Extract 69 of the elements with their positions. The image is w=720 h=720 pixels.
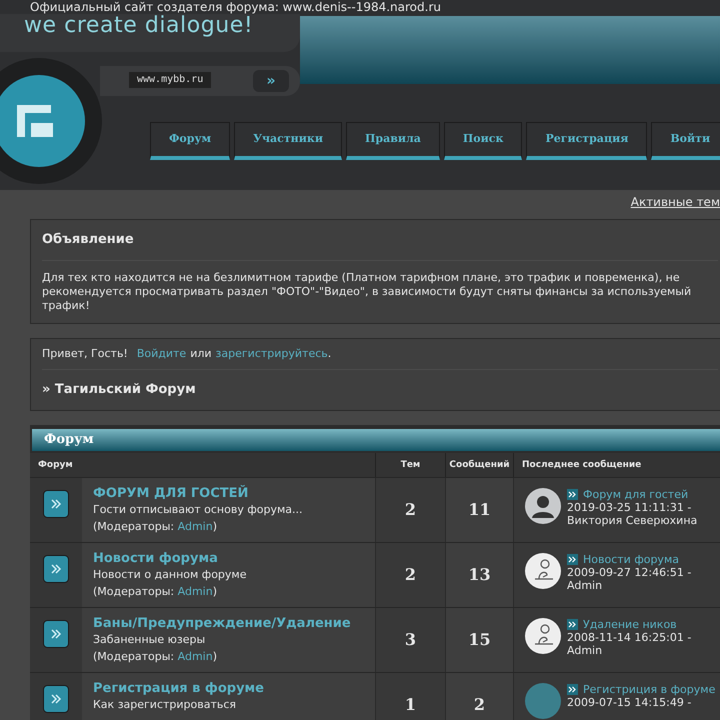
last-post-link[interactable]: Новости форума [583,552,720,566]
double-arrow-icon [567,554,578,564]
topics-count: 2 [376,478,446,542]
moderators-close: ) [212,584,217,600]
user-silhouette-icon [525,488,561,524]
double-arrow-icon [567,488,578,500]
last-post-link[interactable]: Удаление ников [583,618,720,630]
double-arrow-icon [567,684,578,694]
forum-title-link[interactable]: ФОРУМ ДЛЯ ГОСТЕЙ [93,486,364,502]
last-post-author: Виктория Северюхина [567,514,698,526]
section-title-bar: Форум [32,428,720,450]
greeting-text: Привет, Гость! [42,346,128,362]
column-header: Сообщений [446,452,514,476]
moderators-label: (Модераторы: [93,584,176,600]
topics-count: 3 [376,608,446,672]
column-header: Тем [376,452,446,476]
posts-count: 13 [446,542,514,606]
topics-count: 1 [376,672,446,720]
last-post-author: Admin [567,644,604,656]
sketch-figure-icon [525,618,561,654]
last-post-link[interactable]: Форум для гостей [583,488,720,500]
last-post-link[interactable]: Регистриция в форуме [583,682,720,696]
moderator-link[interactable]: Admin [178,518,213,536]
last-post-date: 2009-09-27 12:46:51 - [567,566,692,578]
announcement-title: Объявление [42,220,718,260]
forum-description: Гости отписывают основу форума... [93,502,304,518]
period-text: . [328,346,332,362]
topics-count: 2 [376,542,446,606]
logo-text: we create dialogue! [24,14,254,38]
column-header: Форум [30,452,376,476]
posts-count: 11 [446,478,514,542]
register-link[interactable]: зарегистрируйтесь [216,346,328,362]
forum-description: Забаненные юзеры [93,632,206,648]
forum-title-link[interactable]: Регистрация в форуме [93,680,364,696]
announcement-text: Для тех кто находится не на безлимитном тарифе (Платном тарифном плане, это трафик и повременка), не рекомендуется просматривать раздел "ФОТО"-"Видео", в зависимости будут сняты финансы за используемый трафик! [42,270,692,314]
last-post-date: 2008-11-14 16:25:01 - [567,630,692,644]
logo-emblem-icon [0,75,85,167]
last-post-date: 2009-07-15 14:15:49 - [567,696,692,708]
nav-tab[interactable]: Войти [651,122,720,160]
forum-description: Новости о данном форуме [93,566,248,582]
nav-tab[interactable]: Регистрация [526,122,648,160]
nav-tab[interactable]: Поиск [444,122,522,160]
column-header: Последнее сообщение [521,458,642,472]
moderators-close: ) [212,518,217,534]
active-topics-link[interactable]: Активные тем [630,193,720,211]
forum-title-link[interactable]: Новости форума [93,550,364,566]
go-button[interactable]: » [253,70,289,92]
moderators-label: (Модераторы: [93,648,176,664]
last-post-author: Admin [567,578,604,592]
login-link[interactable]: Войдите [136,346,186,362]
moderator-link[interactable]: Admin [178,648,213,666]
forum-title-link[interactable]: Баны/Предупреждение/Удаление [93,616,364,632]
posts-count: 15 [446,608,514,672]
url-badge: www.mybb.ru [129,72,212,88]
tagline: Официальный сайт создателя форума: www.denis--1984.narod.ru [30,0,441,14]
moderators-label: (Модераторы: [93,518,176,534]
nav-tab[interactable]: Форум [150,122,230,160]
moderators-close: ) [212,648,217,664]
nav-tab[interactable]: Правила [346,122,440,160]
posts-count: 2 [446,672,514,720]
last-post-date: 2019-03-25 11:11:31 - [567,500,692,514]
breadcrumb: » Тагильский Форум [42,381,197,399]
moderator-link[interactable]: Admin [178,582,213,600]
double-arrow-icon [567,618,578,630]
or-text: или [190,346,212,362]
forum-description: Как зарегистрироваться [93,696,238,712]
photo-placeholder [525,682,561,718]
nav-tab[interactable]: Участники [234,122,342,160]
sketch-figure-icon [525,552,561,588]
